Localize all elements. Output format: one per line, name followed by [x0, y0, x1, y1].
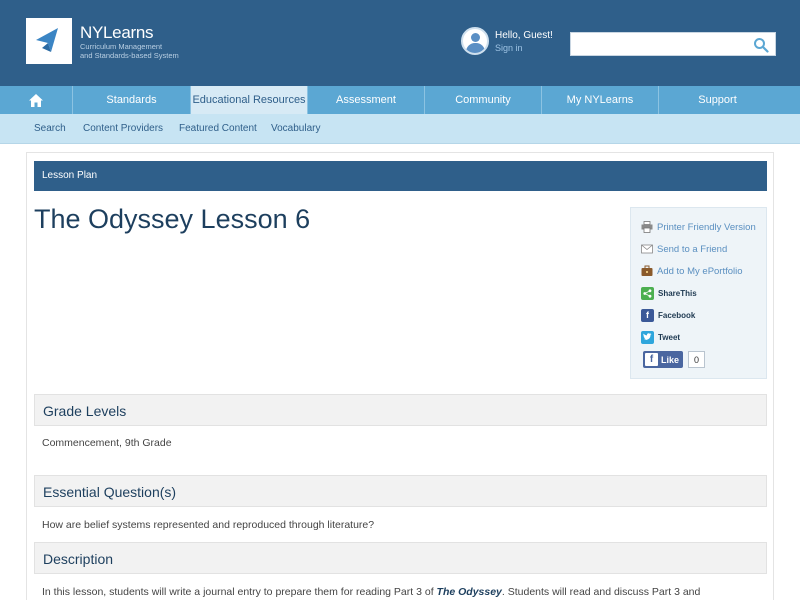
subnav-search[interactable]: Search [34, 123, 66, 134]
logo-subtitle-1: Curriculum Management [80, 42, 163, 51]
twitter-bird-icon [641, 330, 654, 344]
nav-support[interactable]: Support [658, 86, 776, 114]
nav-my-nylearns[interactable]: My NYLearns [541, 86, 658, 114]
tweet-button[interactable]: Tweet [641, 330, 680, 344]
facebook-button[interactable]: f Facebook [641, 308, 695, 322]
printer-friendly-link[interactable]: Printer Friendly Version [641, 220, 756, 234]
page-title: The Odyssey Lesson 6 [34, 204, 311, 234]
envelope-icon [641, 244, 653, 254]
nav-standards[interactable]: Standards [72, 86, 190, 114]
logo-text: NYLearns Curriculum Management and Stand… [80, 23, 179, 61]
add-eportfolio-label: Add to My ePortfolio [657, 265, 743, 277]
sharethis-label: ShareThis [658, 288, 697, 298]
like-label: Like [661, 354, 680, 365]
nav-home[interactable] [0, 86, 72, 114]
briefcase-icon [641, 265, 653, 276]
nav-educational-resources[interactable]: Educational Resources [190, 86, 307, 114]
greeting: Hello, Guest! [495, 30, 553, 41]
facebook-f-icon: f [645, 353, 658, 366]
grade-levels-text: Commencement, 9th Grade [42, 437, 172, 449]
facebook-label: Facebook [658, 310, 696, 320]
search-icon[interactable] [753, 37, 769, 53]
avatar [461, 27, 489, 55]
tweet-label: Tweet [658, 332, 681, 342]
search-box [570, 32, 776, 56]
printer-icon [641, 221, 653, 233]
description-text-start: In this lesson, students will write a jo… [42, 586, 437, 598]
facebook-icon: f [641, 308, 654, 322]
search-input[interactable] [575, 35, 751, 53]
send-to-friend-label: Send to a Friend [657, 243, 728, 255]
sub-nav: Search Content Providers Featured Conten… [0, 114, 800, 144]
essential-question-heading: Essential Question(s) [34, 475, 767, 507]
printer-friendly-label: Printer Friendly Version [657, 221, 756, 233]
grade-levels-heading: Grade Levels [34, 394, 767, 426]
share-panel: Printer Friendly Version Send to a Frien… [630, 207, 767, 379]
description-text: In this lesson, students will write a jo… [42, 586, 700, 598]
description-text-end: . Students will read and discuss Part 3 … [501, 586, 701, 598]
essential-question-text: How are belief systems represented and r… [42, 519, 375, 531]
subnav-vocabulary[interactable]: Vocabulary [271, 123, 320, 134]
like-count: 0 [688, 351, 705, 368]
facebook-like-button[interactable]: f Like [643, 351, 683, 368]
subnav-content-providers[interactable]: Content Providers [83, 123, 163, 134]
subnav-featured-content[interactable]: Featured Content [179, 123, 257, 134]
sharethis-button[interactable]: ShareThis [641, 286, 697, 300]
send-to-friend-link[interactable]: Send to a Friend [641, 242, 727, 256]
sign-in-link[interactable]: Sign in [495, 43, 523, 53]
logo-name: NYLearns [80, 23, 154, 42]
description-heading: Description [34, 542, 767, 574]
nav-community[interactable]: Community [424, 86, 541, 114]
description-book-title: The Odyssey [436, 586, 502, 598]
nav-assessment[interactable]: Assessment [307, 86, 424, 114]
lesson-plan-bar: Lesson Plan [34, 161, 767, 191]
sharethis-icon [641, 286, 654, 300]
logo-subtitle-2: and Standards-based System [80, 51, 179, 60]
site-header: NYLearns Curriculum Management and Stand… [0, 0, 800, 86]
home-icon [29, 93, 43, 107]
add-eportfolio-link[interactable]: Add to My ePortfolio [641, 264, 743, 278]
logo-arrow-icon [36, 28, 58, 52]
nylearns-logo[interactable] [26, 18, 72, 64]
main-nav: Standards Educational Resources Assessme… [0, 86, 800, 114]
